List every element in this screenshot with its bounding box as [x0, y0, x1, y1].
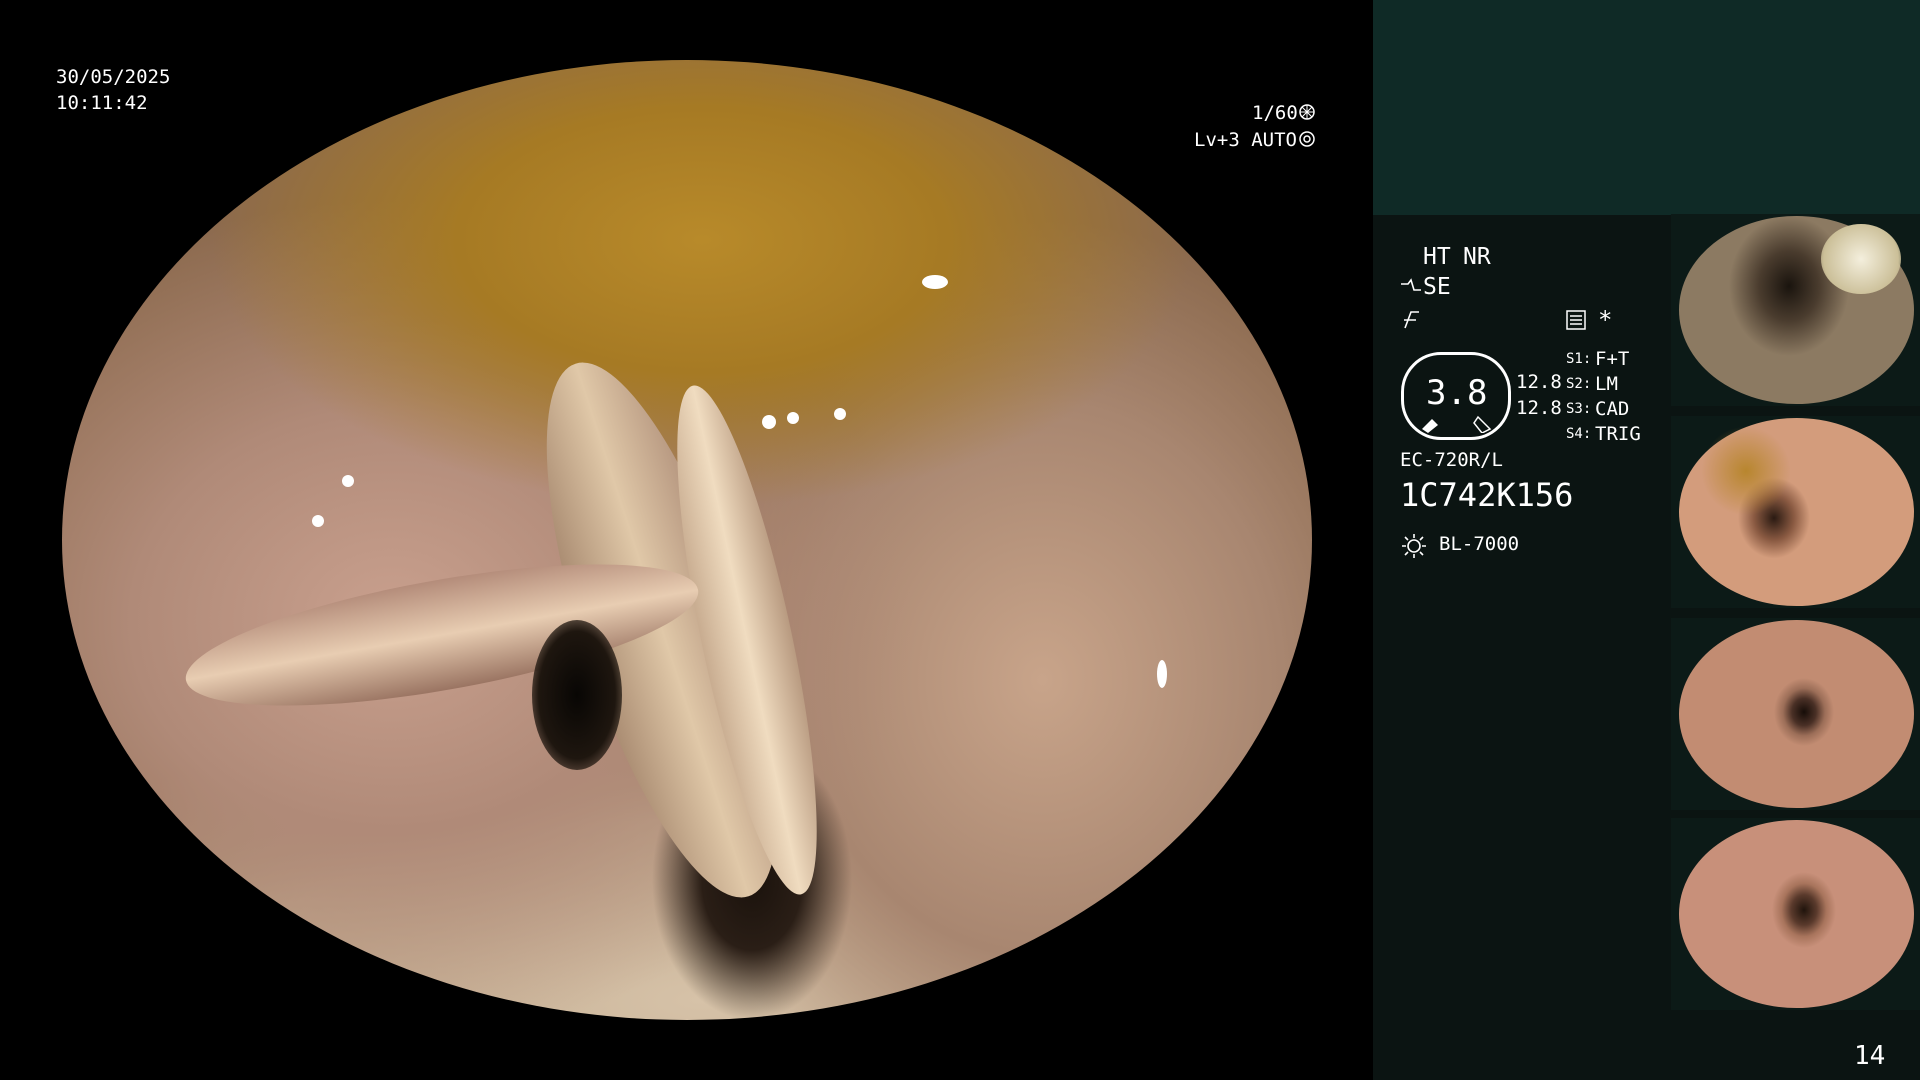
thumbnail-3[interactable] [1671, 618, 1920, 810]
thumbnail-highlight [1821, 224, 1901, 294]
endoscope-main-view: 30/05/2025 10:11:42 1/60 Lv+3 AUTO [0, 0, 1373, 1080]
thumbnail-1[interactable] [1671, 214, 1920, 406]
level-readout: Lv+3 AUTO [1194, 129, 1297, 151]
endoscopic-image [62, 60, 1312, 1020]
auto-iris-icon [1299, 131, 1315, 147]
aperture-icon [1299, 104, 1315, 120]
thumbnail-2[interactable] [1671, 416, 1920, 608]
se-label: SE [1423, 274, 1451, 300]
info-side-panel: HT NR SE * 3.8 12.8 12.8 S1: F+T S2: LM … [1373, 0, 1920, 1080]
specular-highlight [762, 415, 776, 429]
s3-value: CAD [1595, 398, 1630, 420]
s4-key: S4: [1566, 426, 1592, 442]
thumbnail-highlight [1701, 426, 1791, 516]
shutter-readout: 1/60 [1252, 102, 1298, 124]
light-source-label: BL-7000 [1439, 533, 1520, 555]
ht-label: HT [1423, 244, 1451, 270]
thumbnail-4[interactable] [1671, 818, 1920, 1010]
s4-value: TRIG [1595, 423, 1641, 445]
specular-highlight [312, 515, 324, 527]
date-readout: 30/05/2025 [56, 66, 171, 88]
s2-key: S2: [1566, 376, 1592, 392]
lumen [532, 620, 622, 770]
structure-enhance-icon [1401, 278, 1421, 291]
thumbnail-image [1679, 620, 1914, 808]
time-readout: 10:11:42 [56, 92, 148, 114]
value-a: 12.8 [1516, 371, 1562, 393]
specular-highlight [787, 412, 799, 424]
light-source-icon [1402, 534, 1426, 558]
s2-value: LM [1595, 373, 1618, 395]
report-icon [1566, 310, 1586, 330]
zoom-gauge: 3.8 [1401, 352, 1511, 440]
asterisk-mark: * [1598, 306, 1613, 334]
s1-key: S1: [1566, 351, 1592, 367]
s3-key: S3: [1566, 401, 1592, 417]
nr-label: NR [1463, 244, 1491, 270]
specular-highlight [342, 475, 354, 487]
color-mode-icon [1404, 311, 1419, 329]
specular-highlight [922, 275, 948, 289]
panel-header-area [1373, 0, 1920, 215]
gauge-value: 3.8 [1426, 373, 1488, 413]
scope-model: EC-720R/L [1400, 449, 1503, 471]
page-number: 14 [1854, 1041, 1886, 1071]
scope-serial: 1C742K156 [1400, 476, 1574, 514]
value-b: 12.8 [1516, 397, 1562, 419]
thumbnail-image [1679, 820, 1914, 1008]
s1-value: F+T [1595, 348, 1630, 370]
gauge-markers-icon [1422, 415, 1492, 433]
specular-highlight [1157, 660, 1167, 688]
specular-highlight [834, 408, 846, 420]
